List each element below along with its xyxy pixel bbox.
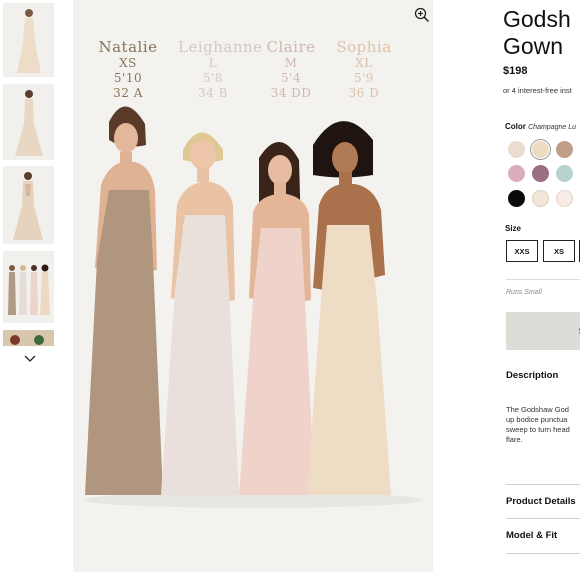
product-price: $198 <box>503 65 528 77</box>
runs-small-note: Runs Small <box>506 289 542 296</box>
thumbnail-2[interactable] <box>3 84 54 160</box>
color-swatch-8[interactable] <box>532 190 549 207</box>
description-line: sweep to turn head <box>506 425 570 434</box>
size-chart-overlay: Natalie XS 5'10 32 A Leighanne L 5'8 34 … <box>73 40 433 120</box>
size-column-natalie: Natalie XS 5'10 32 A <box>93 40 163 101</box>
size-column-claire: Claire M 5'4 34 DD <box>256 40 326 101</box>
model-size: M <box>284 56 298 70</box>
color-swatch-3[interactable] <box>556 141 573 158</box>
thumbnail-3[interactable] <box>3 166 54 244</box>
description-line: flare. <box>506 435 523 444</box>
product-details-heading[interactable]: Product Details <box>506 496 576 507</box>
main-product-image[interactable]: Natalie XS 5'10 32 A Leighanne L 5'8 34 … <box>73 0 433 572</box>
color-swatch-1[interactable] <box>508 141 525 158</box>
divider <box>506 484 580 485</box>
description-heading[interactable]: Description <box>506 370 558 381</box>
model-name: Sophia <box>336 38 392 56</box>
model-size: XS <box>119 56 137 70</box>
model-height: 5'9 <box>353 71 375 85</box>
product-panel: Godsh Gown $198 or 4 interest-free inst … <box>503 0 580 580</box>
description-text: The Godshaw God up bodice punctua sweep … <box>506 405 580 445</box>
model-bust: 34 B <box>198 86 228 100</box>
model-bust: 36 D <box>348 86 380 100</box>
color-label-text: Color <box>505 122 526 131</box>
divider <box>506 279 580 280</box>
color-swatch-7[interactable] <box>508 190 525 207</box>
model-name: Claire <box>266 38 316 56</box>
divider <box>506 518 580 519</box>
color-swatch-5[interactable] <box>532 165 549 182</box>
description-line: up bodice punctua <box>506 415 568 424</box>
color-label: Color Champagne Lu <box>505 122 576 131</box>
model-height: 5'4 <box>280 71 302 85</box>
model-bust: 32 A <box>113 86 143 100</box>
model-fit-heading[interactable]: Model & Fit <box>506 530 557 541</box>
description-line: The Godshaw God <box>506 405 569 414</box>
thumbnail-1[interactable] <box>3 3 54 77</box>
size-column-sophia: Sophia XL 5'9 36 D <box>329 40 399 101</box>
divider <box>506 553 580 554</box>
color-swatch-2-selected[interactable] <box>532 141 549 158</box>
color-swatch-9[interactable] <box>556 190 573 207</box>
model-name: Leighanne <box>178 38 263 56</box>
add-to-bag-button[interactable]: S <box>506 312 580 350</box>
model-name: Natalie <box>98 38 158 56</box>
size-button-xs[interactable]: XS <box>543 240 575 262</box>
chevron-down-icon[interactable] <box>21 352 39 366</box>
model-size: XL <box>355 56 373 70</box>
size-label: Size <box>505 224 522 233</box>
size-button-xxs[interactable]: XXS <box>506 240 538 262</box>
model-height: 5'8 <box>202 71 224 85</box>
model-bust: 34 DD <box>270 86 312 100</box>
product-title: Godsh Gown <box>503 6 571 59</box>
thumbnail-4[interactable] <box>3 251 54 323</box>
color-swatch-6[interactable] <box>556 165 573 182</box>
color-swatch-4[interactable] <box>508 165 525 182</box>
model-size: L <box>208 56 218 70</box>
thumbnail-5[interactable] <box>3 330 54 346</box>
zoom-in-icon[interactable] <box>414 7 430 23</box>
installments-text: or 4 interest-free inst <box>503 86 572 95</box>
color-value: Champagne Lu <box>528 124 576 131</box>
model-height: 5'10 <box>113 71 143 85</box>
thumbnail-strip <box>0 0 60 580</box>
size-column-leighanne: Leighanne L 5'8 34 B <box>178 38 263 101</box>
